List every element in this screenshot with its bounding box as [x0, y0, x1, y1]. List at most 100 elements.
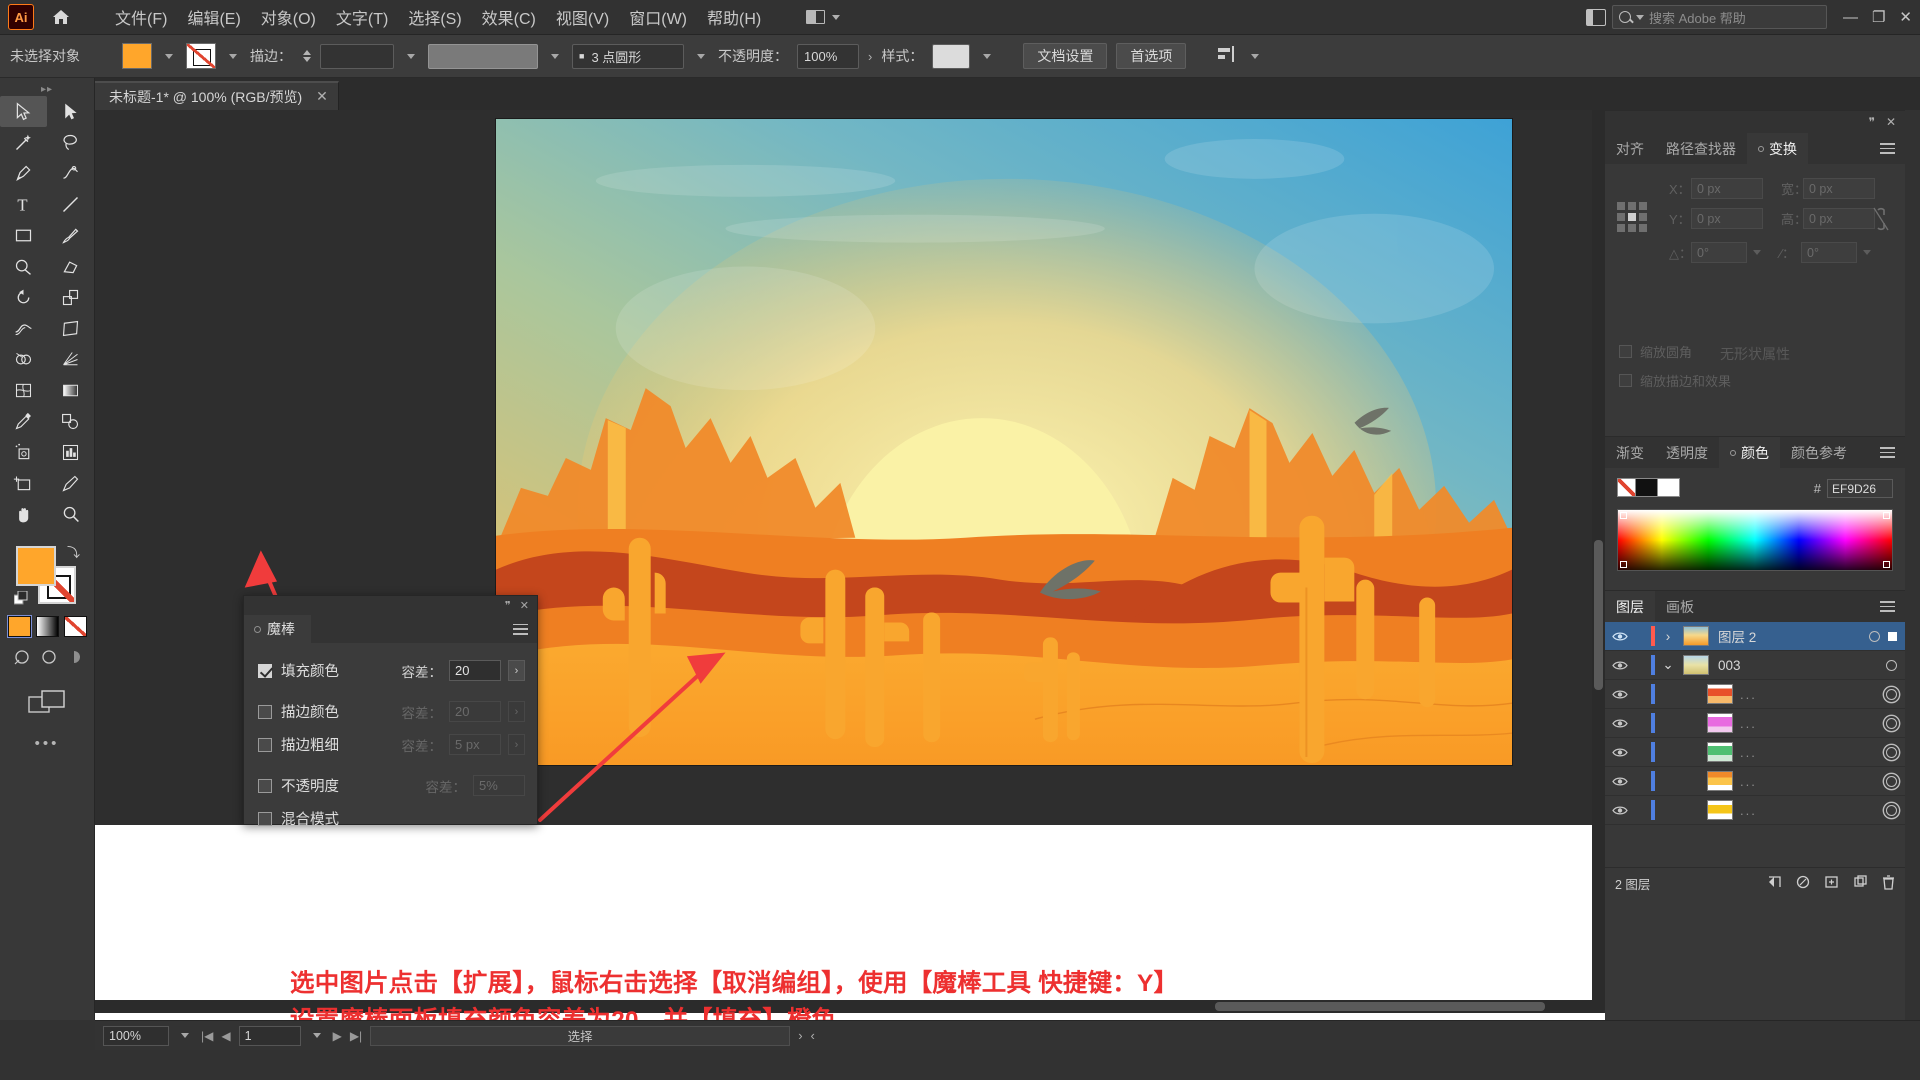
artboard-tool[interactable] — [0, 468, 47, 499]
chevron-down-icon[interactable] — [1863, 250, 1871, 255]
slice-tool[interactable] — [47, 468, 94, 499]
fill-tolerance-slider-icon[interactable]: › — [508, 660, 525, 681]
hex-input[interactable]: EF9D26 — [1827, 479, 1893, 498]
restore-button[interactable]: ❐ — [1872, 8, 1885, 26]
wand-row-blending-mode[interactable]: 混合模式 — [258, 802, 525, 835]
shear-input[interactable]: 0° — [1801, 242, 1857, 263]
pen-tool[interactable] — [0, 158, 47, 189]
stroke-tolerance-slider-icon[interactable]: › — [508, 701, 525, 722]
search-input[interactable]: 搜索 Adobe 帮助 — [1611, 5, 1827, 29]
layers-panel-menu-icon[interactable] — [1880, 591, 1905, 622]
fill-color-checkbox[interactable] — [258, 663, 272, 678]
draw-normal-icon[interactable] — [13, 649, 32, 671]
close-icon[interactable]: ✕ — [520, 599, 529, 612]
stroke-weight-checkbox[interactable] — [258, 737, 272, 752]
reference-point-selector[interactable] — [1617, 202, 1647, 232]
paintbrush-tool[interactable] — [47, 220, 94, 251]
chevron-down-icon[interactable] — [551, 53, 559, 59]
brush-definition-field[interactable]: ■ 3 点圆形 — [572, 43, 684, 69]
type-tool[interactable]: T — [0, 189, 47, 220]
wand-row-stroke-weight[interactable]: 描边粗细 容差： 5 px › — [258, 728, 525, 761]
x-input[interactable]: 0 px — [1691, 178, 1763, 199]
panel-toggle-icon[interactable] — [1585, 8, 1606, 26]
locate-object-icon[interactable] — [1767, 875, 1782, 892]
target-indicator[interactable] — [1886, 746, 1897, 758]
transform-titlebar[interactable]: collapse-icon ❞ ✕ — [1605, 111, 1905, 133]
menu-item-select[interactable]: 选择(S) — [399, 1, 470, 33]
close-button[interactable]: ✕ — [1899, 8, 1912, 26]
document-setup-button[interactable]: 文档设置 — [1023, 43, 1108, 69]
toolbar-drag-handle[interactable]: ▸▸ — [0, 82, 94, 96]
target-indicator[interactable] — [1886, 688, 1897, 700]
graphic-style-swatch[interactable] — [932, 43, 971, 69]
status-text[interactable]: 选择 — [370, 1025, 791, 1046]
next-artboard-button[interactable]: ▶ — [333, 1029, 342, 1043]
swap-fill-stroke-icon[interactable]: ⤵ — [67, 542, 80, 561]
curvature-tool[interactable] — [47, 158, 94, 189]
scale-strokes-effects-checkbox[interactable] — [1619, 374, 1632, 387]
mesh-tool[interactable] — [0, 375, 47, 406]
chevron-down-icon[interactable] — [1753, 250, 1761, 255]
visibility-icon[interactable] — [1605, 631, 1635, 642]
hand-tool[interactable] — [0, 499, 47, 530]
delete-layer-icon[interactable] — [1882, 874, 1895, 893]
visibility-icon[interactable] — [1605, 660, 1635, 671]
free-transform-tool[interactable] — [47, 313, 94, 344]
menu-item-effect[interactable]: 效果(C) — [473, 1, 545, 33]
layer-row-7[interactable]: ... — [1605, 796, 1905, 825]
opacity-options-icon[interactable]: › — [868, 49, 872, 64]
blending-mode-checkbox[interactable] — [258, 811, 272, 826]
scale-strokes-effects-row[interactable]: 缩放描边和效果 — [1619, 371, 1731, 390]
tab-layers[interactable]: 图层 — [1605, 591, 1655, 622]
rotate-tool[interactable] — [0, 282, 47, 313]
collapse-icon[interactable]: ⌄ — [1655, 657, 1681, 673]
stroke-tolerance-input[interactable]: 20 — [449, 701, 501, 722]
visibility-icon[interactable] — [1605, 689, 1635, 700]
scale-corners-checkbox[interactable] — [1619, 345, 1632, 358]
menu-item-help[interactable]: 帮助(H) — [698, 1, 770, 33]
target-indicator[interactable] — [1886, 775, 1897, 787]
target-indicator[interactable] — [1869, 630, 1880, 642]
tab-align[interactable]: 对齐 — [1605, 133, 1655, 164]
opacity-checkbox[interactable] — [258, 778, 272, 793]
eyedropper-tool[interactable] — [0, 406, 47, 437]
menu-item-view[interactable]: 视图(V) — [547, 1, 618, 33]
last-artboard-button[interactable]: ▶| — [350, 1029, 362, 1043]
column-graph-tool[interactable] — [47, 437, 94, 468]
layer-row-1[interactable]: › 图层 2 — [1605, 622, 1905, 651]
tab-pathfinder[interactable]: 路径查找器 — [1655, 133, 1747, 164]
home-icon[interactable] — [44, 0, 78, 35]
chevron-down-icon[interactable] — [229, 53, 237, 59]
none-fill-button[interactable] — [63, 616, 87, 637]
scale-tool[interactable] — [47, 282, 94, 313]
menu-item-object[interactable]: 对象(O) — [252, 1, 325, 33]
shaper-tool[interactable] — [0, 251, 47, 282]
close-icon[interactable]: ✕ — [1886, 115, 1896, 129]
tab-transform[interactable]: 变换 — [1747, 133, 1808, 164]
direct-selection-tool[interactable] — [47, 96, 94, 127]
magic-wand-panel[interactable]: ❞ ✕ 魔棒 填充颜色 容差： 20 › 描边颜色 容差： 20 › 描边粗细 … — [243, 595, 538, 828]
make-clipping-mask-icon[interactable] — [1796, 875, 1810, 892]
layer-name[interactable]: ... — [1740, 803, 1757, 818]
new-sublayer-icon[interactable] — [1824, 875, 1839, 892]
target-indicator[interactable] — [1886, 659, 1897, 671]
visibility-icon[interactable] — [1605, 747, 1635, 758]
stroke-weight-stepper[interactable] — [303, 50, 311, 62]
line-segment-tool[interactable] — [47, 189, 94, 220]
layer-name[interactable]: ... — [1740, 774, 1757, 789]
draw-inside-icon[interactable] — [67, 649, 82, 671]
tab-transparency[interactable]: 透明度 — [1655, 437, 1719, 468]
more-tools-button[interactable]: ••• — [0, 735, 94, 752]
layer-name[interactable]: 图层 2 — [1718, 626, 1756, 646]
document-tab[interactable]: 未标题-1* @ 100% (RGB/预览) ✕ — [95, 81, 339, 110]
none-swatch[interactable] — [1617, 478, 1636, 497]
status-collapse-icon[interactable]: ‹ — [811, 1028, 815, 1043]
artboard-number-input[interactable]: 1 — [238, 1025, 301, 1046]
menu-item-file[interactable]: 文件(F) — [106, 1, 176, 33]
height-input[interactable]: 0 px — [1803, 208, 1875, 229]
chevron-down-icon[interactable] — [312, 1033, 321, 1038]
tab-artboards[interactable]: 画板 — [1655, 591, 1705, 622]
prev-artboard-button[interactable]: ◀ — [221, 1029, 230, 1043]
zoom-tool[interactable] — [47, 499, 94, 530]
preferences-button[interactable]: 首选项 — [1116, 43, 1187, 69]
